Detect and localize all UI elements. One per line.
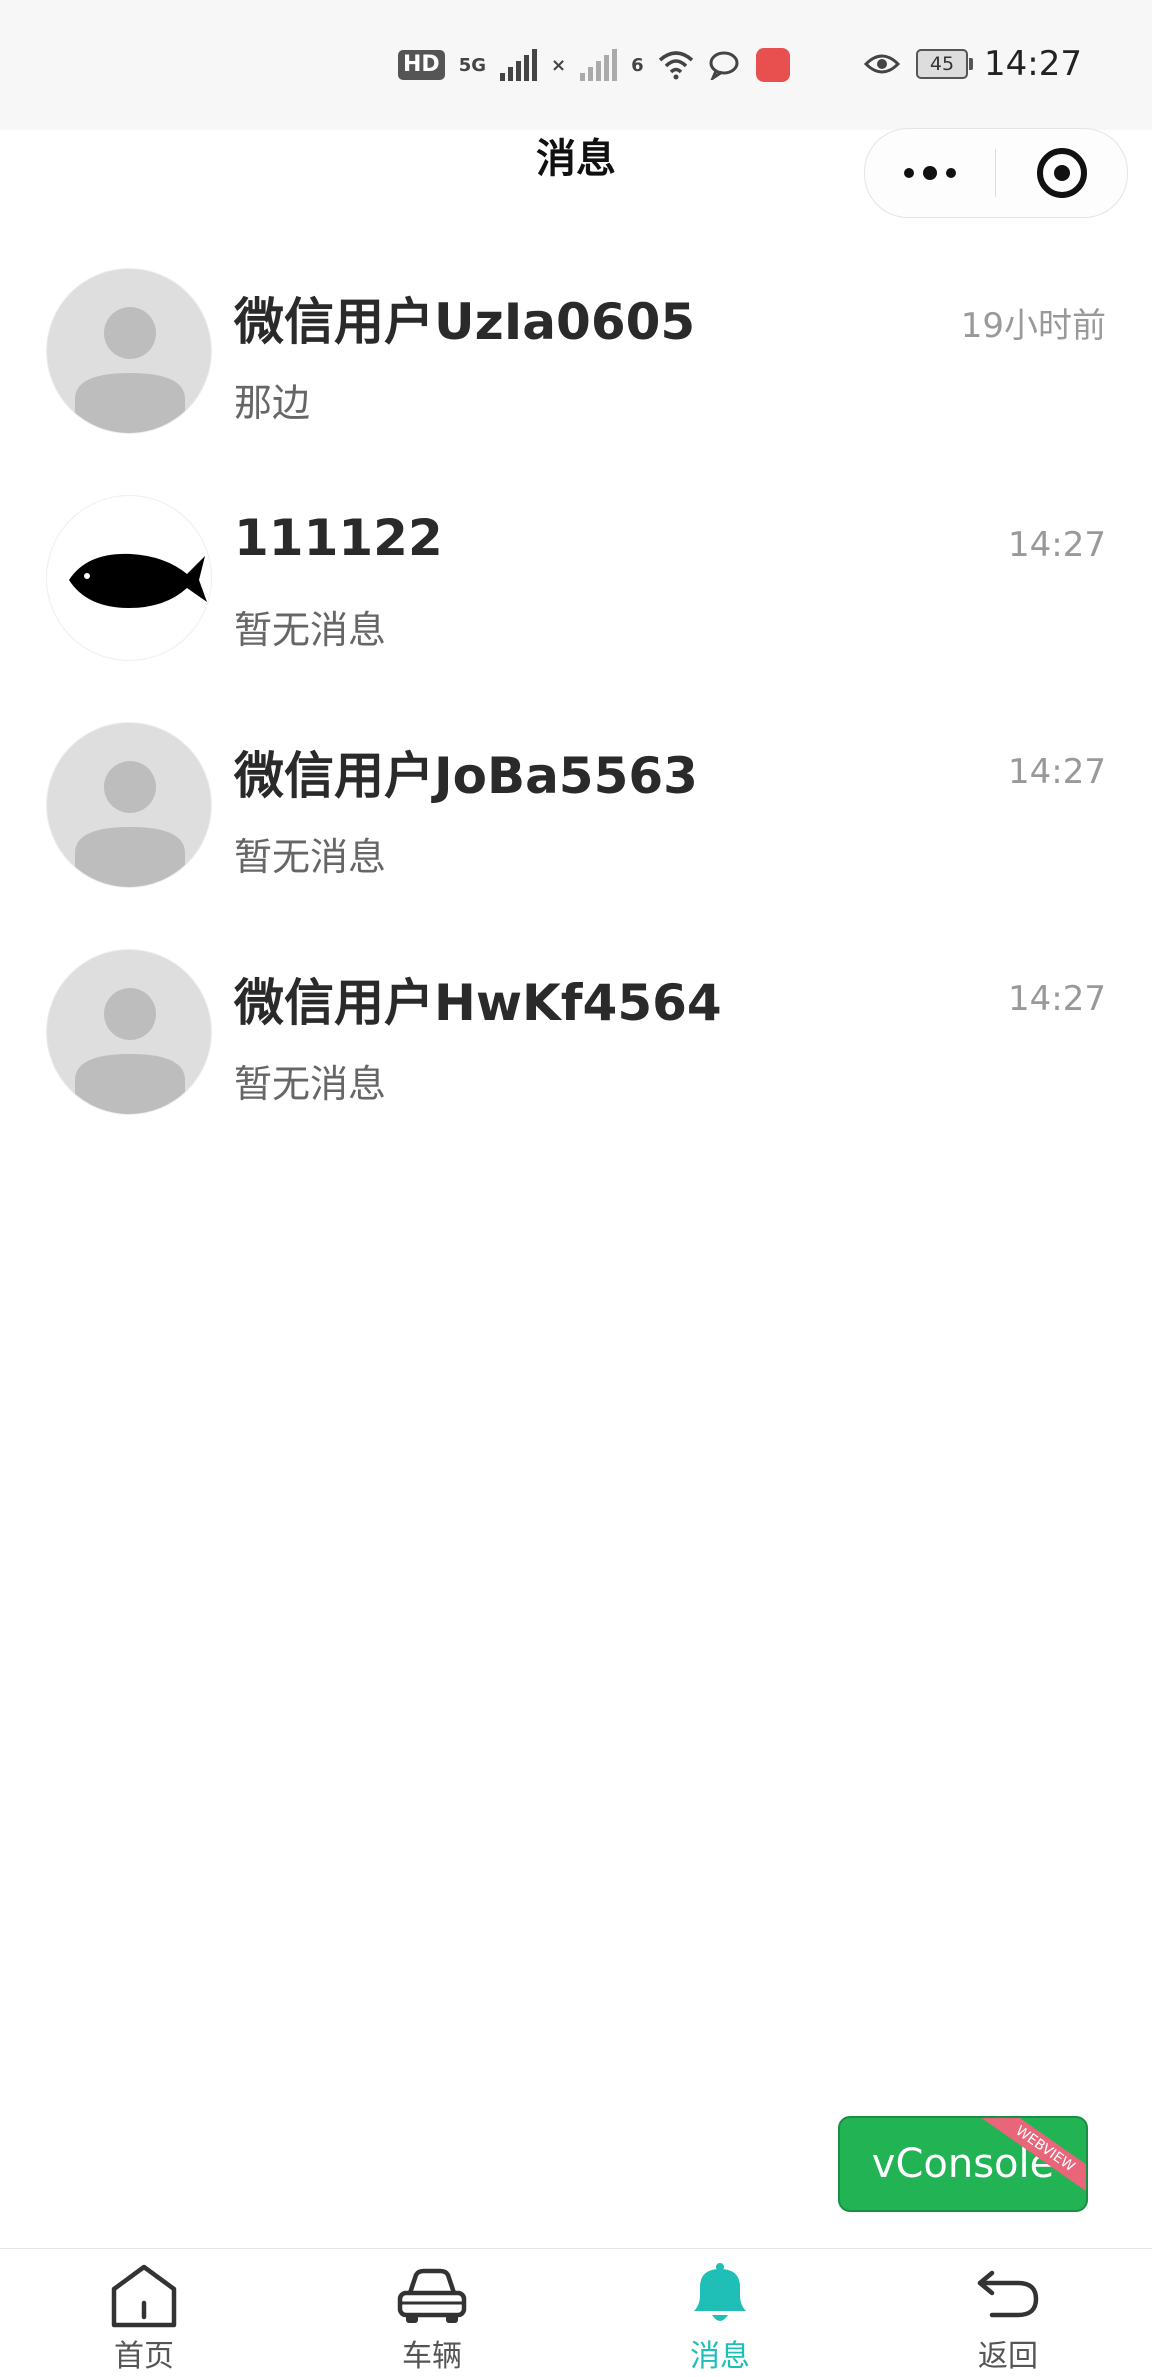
conversation-time: 14:27 [1008,525,1106,565]
bell-icon [694,2263,746,2321]
return-icon [977,2270,1039,2318]
tab-label: 返回 [978,2339,1038,2374]
tab-bar: 首页 车辆 消息 返回 [0,2248,1152,2377]
conversation-name: 111122 [234,509,443,567]
sim1-network-label: 5G [458,54,486,76]
status-right: 45 14:27 [864,44,1082,84]
conversation-item[interactable]: 微信用户UzIa0605 那边 19小时前 [0,238,1152,465]
vconsole-button[interactable]: vConsole WEBVIEW [838,2116,1088,2212]
more-options-button[interactable] [865,129,995,217]
conversation-preview: 暂无消息 [234,608,387,652]
conversation-time: 19小时前 [960,306,1106,346]
wifi-icon [658,51,693,80]
mini-program-capsule [864,128,1128,218]
conversation-item[interactable]: 微信用户JoBa5563 暂无消息 14:27 [0,692,1152,919]
tab-back[interactable]: 返回 [864,2249,1152,2377]
wifi-generation-label: 6 [631,54,644,76]
message-list: 微信用户UzIa0605 那边 19小时前 111122 暂无消息 14:27 … [0,238,1152,1146]
conversation-name: 微信用户JoBa5563 [234,747,698,805]
conversation-time: 14:27 [1008,979,1106,1019]
tab-label: 车辆 [402,2339,462,2374]
battery-icon: 45 [916,49,974,79]
conversation-item[interactable]: 微信用户HwKf4564 暂无消息 14:27 [0,919,1152,1146]
fish-icon [69,553,207,608]
conversation-time: 14:27 [1008,752,1106,792]
conversation-name: 微信用户UzIa0605 [234,293,696,351]
default-avatar [46,722,212,888]
hd-badge: HD [398,50,445,80]
conversation-preview: 暂无消息 [234,1062,387,1106]
target-circle-icon [1036,148,1087,198]
conversation-preview: 那边 [234,381,311,425]
status-icons: HD 5G × 6 [398,48,790,82]
tab-vehicles[interactable]: 车辆 [288,2249,576,2377]
more-dot-icon [946,168,956,178]
tab-label: 首页 [114,2339,174,2374]
status-bar: HD 5G × 6 45 14:27 消息 [0,0,1152,218]
eye-icon [864,54,901,74]
app-notification-icon [755,48,790,82]
person-silhouette-icon [75,307,185,433]
person-silhouette-icon [75,988,185,1114]
more-dot-icon [923,166,937,180]
tab-label: 消息 [690,2339,750,2374]
default-avatar [46,949,212,1115]
conversation-item[interactable]: 111122 暂无消息 14:27 [0,465,1152,692]
more-dot-icon [904,168,914,178]
conversation-preview: 暂无消息 [234,835,387,879]
chat-bubble-icon [709,51,739,80]
sim2-status-label: × [551,54,567,76]
conversation-name: 微信用户HwKf4564 [234,974,722,1032]
fish-avatar [46,495,212,661]
tab-messages[interactable]: 消息 [576,2249,864,2377]
close-mini-program-button[interactable] [996,129,1127,217]
home-icon [111,2264,177,2328]
status-time: 14:27 [984,44,1082,84]
person-silhouette-icon [75,761,185,887]
car-icon [397,2268,467,2323]
signal-strength-secondary-icon [580,49,618,81]
default-avatar [46,268,212,434]
signal-strength-icon [500,49,537,81]
tab-home[interactable]: 首页 [0,2249,288,2377]
